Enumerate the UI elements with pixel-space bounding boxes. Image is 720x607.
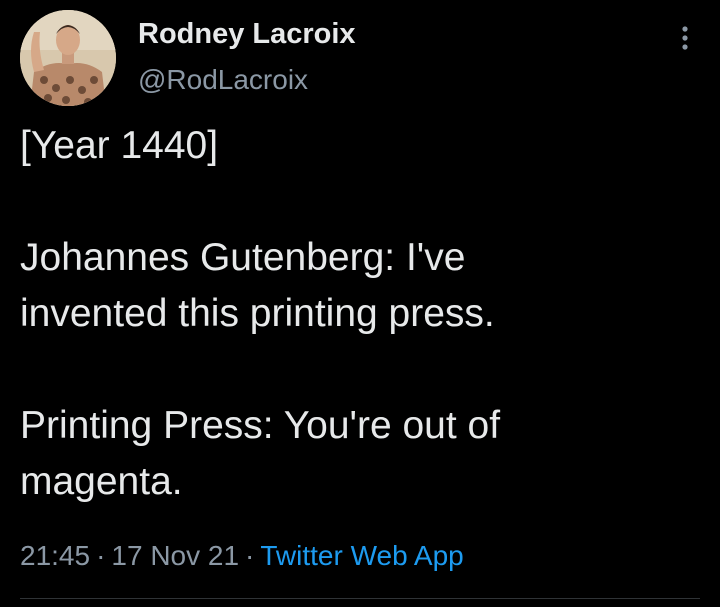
author-handle[interactable]: @RodLacroix	[138, 64, 308, 96]
tweet-text-line: [Year 1440]	[20, 124, 219, 167]
author-name[interactable]: Rodney Lacroix	[138, 18, 356, 51]
tweet-time[interactable]: 21:45	[20, 540, 90, 571]
tweet-date[interactable]: 17 Nov 21	[111, 540, 239, 571]
tweet-text-line: invented this printing press.	[20, 292, 495, 335]
tweet-text: [Year 1440] Johannes Gutenberg: I've inv…	[20, 118, 700, 510]
meta-separator: ·	[245, 540, 255, 571]
tweet-source-link[interactable]: Twitter Web App	[260, 540, 463, 571]
more-options-button[interactable]	[668, 20, 702, 56]
meta-separator: ·	[96, 540, 106, 571]
divider	[20, 598, 700, 599]
tweet-text-line: magenta.	[20, 460, 183, 503]
tweet: Rodney Lacroix @RodLacroix [Year 1440] J…	[0, 0, 720, 607]
more-vertical-icon	[682, 26, 688, 50]
tweet-text-line: Printing Press: You're out of	[20, 404, 501, 447]
avatar-image	[20, 10, 116, 106]
avatar[interactable]	[20, 10, 116, 106]
tweet-text-line: Johannes Gutenberg: I've	[20, 236, 466, 279]
tweet-meta: 21:45 · 17 Nov 21 · Twitter Web App	[20, 540, 464, 572]
